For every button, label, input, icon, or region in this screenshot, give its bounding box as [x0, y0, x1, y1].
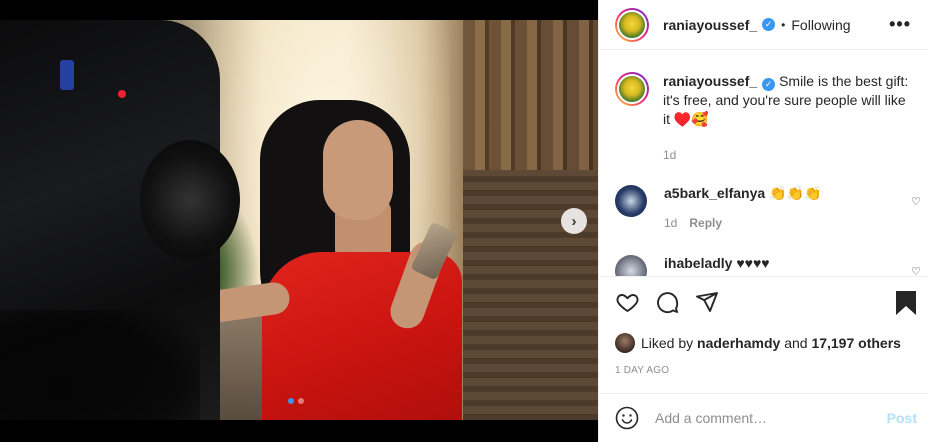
- commenter-username[interactable]: ihabeladly: [664, 255, 732, 271]
- photo-foreground-shadow: [0, 310, 200, 420]
- likes-count[interactable]: 17,197 others: [811, 335, 901, 351]
- likes-prefix: Liked by: [641, 335, 694, 351]
- photo-camera-led: [118, 90, 126, 98]
- post-header: raniayoussef_ ✓ • Following •••: [599, 0, 928, 50]
- post-details-panel: raniayoussef_ ✓ • Following ••• raniayou…: [598, 0, 928, 442]
- carousel-dot-active: [288, 398, 294, 404]
- commenter-username[interactable]: a5bark_elfanya: [664, 185, 765, 201]
- share-send-icon[interactable]: [695, 290, 719, 314]
- likes-summary: Liked by naderhamdy and 17,197 others: [615, 333, 901, 353]
- emoji-smiley-icon[interactable]: [615, 406, 639, 430]
- photo-subject-face: [323, 120, 393, 220]
- post-media: ›: [0, 0, 598, 442]
- liker-avatar[interactable]: [615, 333, 635, 353]
- comment-item: a5bark_elfanya 👏👏👏 1d Reply ♡: [615, 185, 925, 230]
- commenter-avatar[interactable]: [615, 255, 647, 276]
- photo-wood-panel: [463, 170, 598, 420]
- caption-author-username[interactable]: raniayoussef_: [663, 73, 757, 89]
- verified-badge-icon: ✓: [762, 78, 776, 91]
- post-date[interactable]: 1 DAY AGO: [615, 365, 669, 376]
- post-caption: raniayoussef_ ✓ Smile is the best gift: i…: [615, 72, 915, 129]
- author-avatar[interactable]: [615, 7, 649, 42]
- post-comment-button[interactable]: Post: [887, 410, 917, 426]
- carousel-dot: [298, 398, 304, 404]
- caption-author-avatar[interactable]: [615, 72, 649, 106]
- comment-text: ♥♥♥♥: [736, 255, 770, 271]
- carousel-indicator: [288, 398, 304, 404]
- post-actions: [599, 278, 928, 328]
- bookmark-saved-icon[interactable]: [895, 290, 917, 316]
- photo-camera-lens: [140, 140, 240, 260]
- like-heart-icon[interactable]: [615, 290, 640, 314]
- likes-and: and: [784, 335, 808, 351]
- author-username[interactable]: raniayoussef_: [663, 17, 757, 33]
- add-comment-input[interactable]: [655, 410, 875, 426]
- photo-camera-display: [60, 60, 74, 90]
- reply-button[interactable]: Reply: [689, 216, 722, 230]
- carousel-next-button[interactable]: ›: [561, 208, 587, 234]
- comment-item: ihabeladly ♥♥♥♥ ♡: [615, 255, 925, 276]
- add-comment-bar: Post: [599, 393, 928, 442]
- separator-dot: •: [781, 17, 786, 32]
- heart-icon[interactable]: ♡: [911, 265, 921, 276]
- more-options-icon[interactable]: •••: [889, 14, 911, 35]
- post-photo[interactable]: [0, 20, 598, 420]
- caption-timestamp[interactable]: 1d: [663, 148, 676, 162]
- follow-status-button[interactable]: Following: [791, 17, 850, 33]
- commenter-avatar[interactable]: [615, 185, 647, 217]
- comment-text: 👏👏👏: [769, 185, 822, 201]
- comments-list[interactable]: raniayoussef_ ✓ Smile is the best gift: i…: [599, 51, 928, 277]
- chevron-right-icon: ›: [571, 212, 577, 230]
- liker-username[interactable]: naderhamdy: [697, 335, 780, 351]
- verified-badge-icon: ✓: [762, 18, 776, 31]
- comment-bubble-icon[interactable]: [655, 290, 680, 314]
- heart-icon[interactable]: ♡: [911, 195, 921, 208]
- comment-timestamp[interactable]: 1d: [664, 216, 677, 230]
